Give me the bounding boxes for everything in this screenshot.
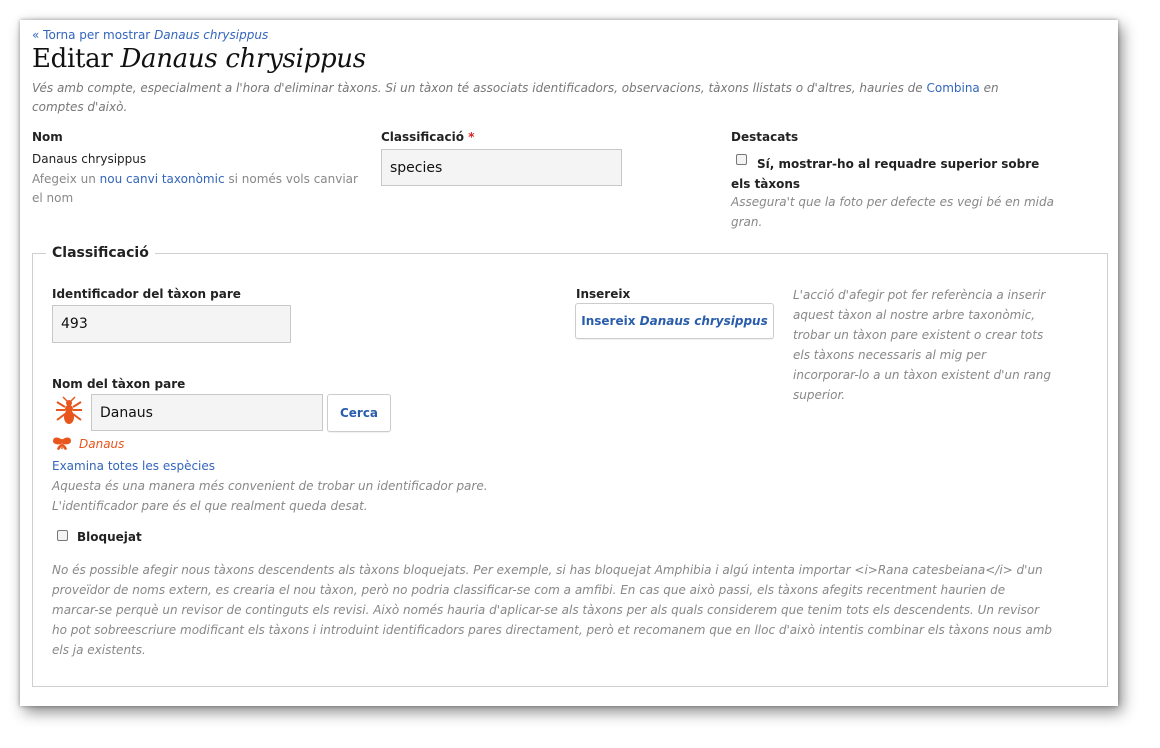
rank-input[interactable]: species (381, 149, 622, 186)
name-value: Danaus chrysippus (32, 152, 147, 166)
insect-icon (54, 396, 84, 426)
locked-label: Bloquejat (77, 530, 142, 544)
parent-id-label: Identificador del tàxon pare (52, 287, 241, 301)
browse-species-link[interactable]: Examina totes les espècies (52, 459, 215, 473)
name-help: Afegeix un nou canvi taxonòmic si només … (32, 172, 358, 205)
name-label: Nom (32, 130, 63, 144)
insect-icon (52, 436, 72, 450)
combine-link[interactable]: Combina (926, 81, 979, 95)
selected-taxon-name[interactable]: Danaus (79, 437, 124, 451)
classification-legend: Classificació (46, 245, 155, 261)
insert-help: L'acció d'afegir pot fer referència a in… (793, 288, 1052, 402)
insert-taxon-button[interactable]: Insereix Danaus chrysippus (575, 303, 774, 339)
insert-label: Insereix (576, 287, 631, 301)
required-mark: * (468, 130, 475, 144)
featured-help: Assegura't que la foto per defecte es ve… (731, 195, 1054, 229)
rank-label: Classificació * (381, 130, 475, 144)
page-title: Editar Danaus chrysippus (32, 44, 366, 74)
edit-warning: Vés amb compte, especialment a l'hora d'… (32, 81, 999, 114)
parent-name-label: Nom del tàxon pare (52, 377, 186, 391)
parent-name-help: Aquesta és una manera més convenient de … (52, 479, 488, 513)
featured-label: Destacats (731, 130, 799, 144)
back-link[interactable]: « Torna per mostrar Danaus chrysippus (32, 28, 268, 42)
locked-help: No és possible afegir nous tàxons descen… (52, 563, 1053, 657)
locked-checkbox[interactable] (57, 530, 68, 541)
featured-checkbox-label: Sí, mostrar-ho al requadre superior sobr… (731, 157, 1040, 191)
parent-id-input[interactable]: 493 (52, 305, 291, 343)
taxon-change-link[interactable]: nou canvi taxonòmic (100, 172, 225, 186)
parent-name-input[interactable]: Danaus (91, 394, 323, 431)
search-button[interactable]: Cerca (327, 394, 391, 432)
